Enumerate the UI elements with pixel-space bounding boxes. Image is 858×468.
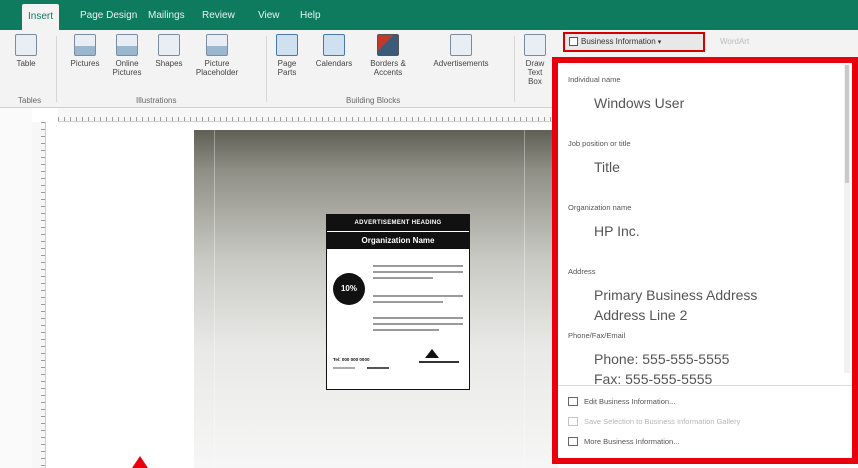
draw-text-box-label: Draw Text Box — [525, 59, 545, 86]
borders-accents-label: Borders & Accents — [370, 59, 406, 77]
advertisement-phone: Tel: 000 000 0000 — [333, 357, 370, 362]
phone-value[interactable]: Phone: 555-555-5555 — [594, 351, 729, 367]
page-parts-button[interactable]: Page Parts — [272, 34, 302, 77]
business-information-dropdown: Individual name Windows User Job positio… — [552, 57, 858, 464]
job-title-value[interactable]: Title — [594, 159, 620, 175]
online-pictures-label: Online Pictures — [112, 59, 142, 77]
guide-line — [524, 130, 525, 468]
group-separator — [266, 36, 267, 102]
advertisement-heading: ADVERTISEMENT HEADING — [327, 215, 469, 231]
advertisement-block[interactable]: ADVERTISEMENT HEADING Organization Name … — [326, 214, 470, 390]
business-information-button[interactable]: Business Information ▾ — [563, 32, 705, 52]
picture-placeholder-icon — [206, 34, 228, 56]
group-label-tables: Tables — [18, 96, 42, 105]
tab-help[interactable]: Help — [294, 6, 327, 26]
shapes-icon — [158, 34, 180, 56]
edit-business-information-label: Edit Business Information... — [584, 397, 676, 406]
pictures-button[interactable]: Pictures — [68, 34, 102, 68]
advertisement-organization: Organization Name — [327, 231, 469, 249]
edit-icon — [568, 397, 578, 406]
group-label-illustrations: Illustrations — [136, 96, 177, 105]
page-parts-label: Page Parts — [277, 59, 297, 77]
placeholder-text-line — [373, 317, 463, 319]
more-business-information-label: More Business Information... — [584, 437, 680, 446]
table-label: Table — [16, 59, 36, 68]
group-label-building-blocks: Building Blocks — [346, 96, 401, 105]
shapes-label: Shapes — [155, 59, 183, 68]
save-selection-item[interactable]: Save Selection to Business Information G… — [568, 417, 740, 426]
placeholder-text-line — [373, 323, 463, 325]
left-margin-strip — [0, 108, 32, 468]
picture-placeholder-button[interactable]: Picture Placeholder — [194, 34, 240, 77]
calendars-label: Calendars — [315, 59, 353, 68]
pictures-label: Pictures — [70, 59, 100, 68]
red-arrow-icon — [132, 456, 148, 468]
borders-accents-icon — [377, 34, 399, 56]
offer-badge: 10% OFF — [333, 273, 365, 325]
calendars-button[interactable]: Calendars — [314, 34, 354, 68]
placeholder-text-line — [367, 367, 389, 369]
text-box-icon — [524, 34, 546, 56]
address-line-2[interactable]: Address Line 2 — [594, 307, 687, 323]
more-business-information-item[interactable]: More Business Information... — [568, 437, 679, 446]
tab-view[interactable]: View — [252, 6, 286, 26]
group-separator — [56, 36, 57, 102]
job-title-label: Job position or title — [568, 139, 631, 148]
save-selection-label: Save Selection to Business Information G… — [584, 417, 741, 426]
advertisements-button[interactable]: Advertisements — [424, 34, 498, 68]
placeholder-text-line — [373, 271, 463, 273]
guide-line — [214, 130, 215, 468]
dropdown-scrollbar[interactable] — [844, 65, 850, 373]
page-parts-icon — [276, 34, 298, 56]
phone-fax-email-label: Phone/Fax/Email — [568, 331, 626, 340]
group-separator — [514, 36, 515, 102]
advertisement-icon — [450, 34, 472, 56]
tab-mailings[interactable]: Mailings — [142, 6, 191, 26]
tab-review[interactable]: Review — [196, 6, 241, 26]
placeholder-text-line — [373, 295, 463, 297]
draw-text-box-button[interactable]: Draw Text Box — [520, 34, 550, 86]
calendar-icon — [323, 34, 345, 56]
online-picture-icon — [116, 34, 138, 56]
save-icon — [568, 417, 578, 426]
borders-accents-button[interactable]: Borders & Accents — [362, 34, 414, 77]
placeholder-text-line — [373, 277, 433, 279]
online-pictures-button[interactable]: Online Pictures — [110, 34, 144, 77]
individual-name-label: Individual name — [568, 75, 621, 84]
document-canvas[interactable] — [58, 122, 558, 468]
ribbon-tab-bar: Insert Page Design Mailings Review View … — [0, 0, 858, 30]
organization-logo-icon — [425, 349, 439, 358]
table-icon — [15, 34, 37, 56]
horizontal-ruler[interactable] — [58, 108, 558, 122]
organization-name-value[interactable]: HP Inc. — [594, 223, 640, 239]
business-card-icon — [568, 437, 578, 446]
tab-insert[interactable]: Insert — [22, 4, 60, 30]
placeholder-text-line — [373, 265, 463, 267]
picture-placeholder-label: Picture Placeholder — [195, 59, 239, 77]
shapes-button[interactable]: Shapes — [154, 34, 184, 68]
tab-page-design[interactable]: Page Design — [74, 6, 143, 26]
wordart-button[interactable]: WordArt — [720, 34, 749, 50]
placeholder-text-line — [333, 367, 355, 369]
vertical-ruler[interactable] — [32, 122, 46, 468]
edit-business-information-item[interactable]: Edit Business Information... — [568, 397, 675, 406]
menu-divider — [558, 385, 852, 386]
picture-icon — [74, 34, 96, 56]
individual-name-value[interactable]: Windows User — [594, 95, 684, 111]
address-line-1[interactable]: Primary Business Address — [594, 287, 757, 303]
placeholder-text-line — [373, 329, 439, 331]
table-button[interactable]: Table — [14, 34, 38, 68]
organization-name-label: Organization name — [568, 203, 632, 212]
address-label: Address — [568, 267, 596, 276]
placeholder-text-line — [373, 301, 443, 303]
chevron-down-icon: ▾ — [657, 39, 662, 46]
advertisements-label: Advertisements — [433, 59, 489, 68]
scrollbar-thumb[interactable] — [845, 65, 849, 183]
business-information-label: Business Information — [581, 37, 656, 46]
placeholder-text-line — [419, 361, 459, 363]
business-card-icon — [569, 37, 578, 46]
